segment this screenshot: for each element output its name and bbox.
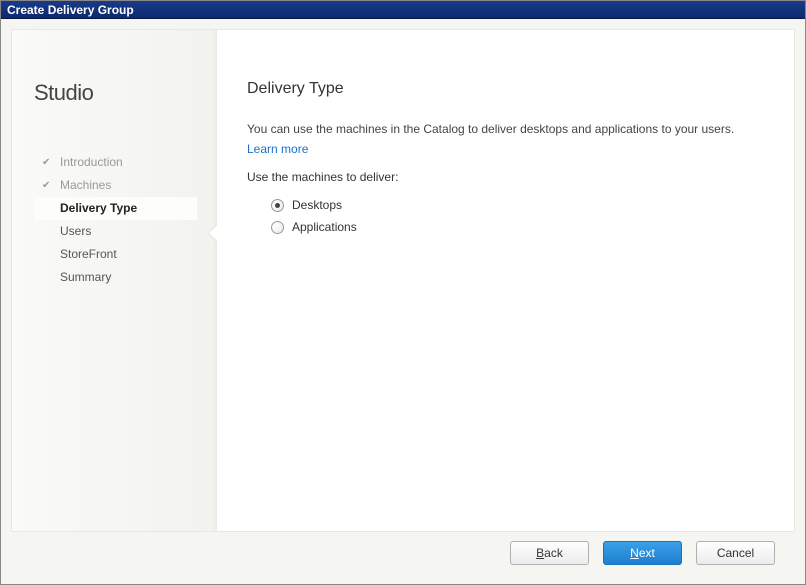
btn-rest: ext (639, 546, 655, 560)
wizard-steps: ✔ Introduction ✔ Machines ✔ Delivery Typ… (34, 151, 197, 289)
step-label: Machines (60, 178, 111, 192)
step-storefront[interactable]: ✔ StoreFront (34, 243, 197, 266)
checkmark-icon: ✔ (42, 157, 56, 168)
back-button[interactable]: Back (510, 541, 589, 565)
step-summary[interactable]: ✔ Summary (34, 266, 197, 289)
next-button[interactable]: Next (603, 541, 682, 565)
step-label: Delivery Type (60, 201, 137, 215)
deliver-prompt: Use the machines to deliver: (247, 170, 764, 184)
content-panel: Studio ✔ Introduction ✔ Machines ✔ Deliv… (11, 29, 795, 532)
checkmark-icon: ✔ (42, 180, 56, 191)
accel-key: B (536, 546, 544, 560)
radio-icon[interactable] (271, 221, 284, 234)
step-introduction[interactable]: ✔ Introduction (34, 151, 197, 174)
accel-key: N (630, 546, 639, 560)
radio-row-desktops[interactable]: Desktops (247, 194, 764, 216)
step-label: Users (60, 224, 91, 238)
client-area: Studio ✔ Introduction ✔ Machines ✔ Deliv… (1, 19, 805, 584)
btn-rest: ack (544, 546, 563, 560)
step-label: Summary (60, 270, 111, 284)
step-machines[interactable]: ✔ Machines (34, 174, 197, 197)
radio-label: Desktops (292, 198, 342, 212)
radio-row-applications[interactable]: Applications (247, 216, 764, 238)
footer-buttons: Back Next Cancel (11, 532, 795, 574)
page-description: You can use the machines in the Catalog … (247, 122, 764, 136)
radio-label: Applications (292, 220, 357, 234)
step-label: Introduction (60, 155, 123, 169)
step-delivery-type[interactable]: ✔ Delivery Type (34, 197, 197, 220)
wizard-window: Create Delivery Group Studio ✔ Introduct… (0, 0, 806, 585)
learn-more-link[interactable]: Learn more (247, 142, 308, 156)
page-title: Delivery Type (247, 80, 764, 98)
main-panel: Delivery Type You can use the machines i… (217, 30, 794, 531)
titlebar: Create Delivery Group (1, 1, 805, 19)
sidebar: Studio ✔ Introduction ✔ Machines ✔ Deliv… (12, 30, 217, 531)
step-label: StoreFront (60, 247, 117, 261)
cancel-button[interactable]: Cancel (696, 541, 775, 565)
radio-icon[interactable] (271, 199, 284, 212)
brand-title: Studio (34, 80, 197, 106)
step-users[interactable]: ✔ Users (34, 220, 197, 243)
window-title: Create Delivery Group (7, 3, 134, 17)
